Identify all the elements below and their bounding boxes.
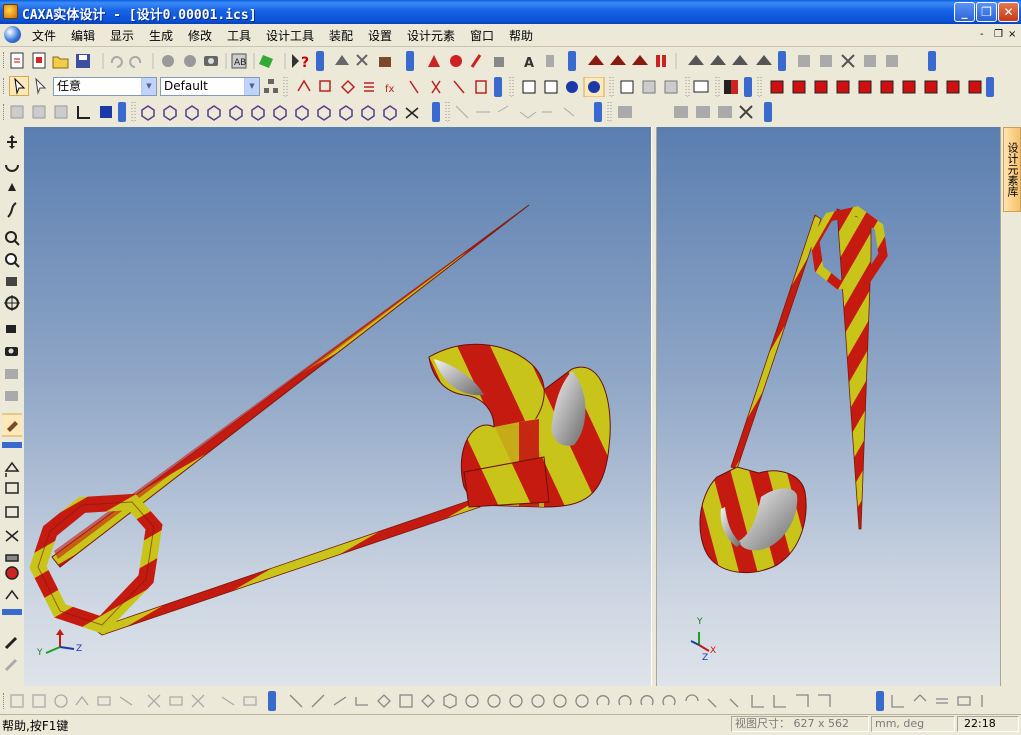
mdi-restore-button[interactable]: ❐ <box>994 29 1003 40</box>
select-arrow-button[interactable] <box>9 76 29 96</box>
standard-toolbar: AB ? A <box>0 47 1021 73</box>
toolbar-grip[interactable] <box>3 78 7 94</box>
minimize-button[interactable]: _ <box>954 2 975 22</box>
zoom-icon <box>5 231 20 246</box>
title-bar: CAXA实体设计 - [设计0.00001.ics] _ ❐ ✕ <box>0 0 1021 24</box>
menu-modify[interactable]: 修改 <box>188 27 212 44</box>
svg-text:fx: fx <box>385 84 395 95</box>
menu-help[interactable]: 帮助 <box>509 27 533 44</box>
camera-icon <box>204 56 218 66</box>
restore-button[interactable]: ❐ <box>976 2 997 22</box>
viewport-right[interactable]: Y X Z <box>657 127 1000 686</box>
chevron-down-icon[interactable]: ▼ <box>244 78 259 95</box>
menu-edit[interactable]: 编辑 <box>71 27 95 44</box>
pan-icon <box>7 135 17 149</box>
camera-icon <box>5 347 18 356</box>
help-icon: ? <box>292 54 309 71</box>
style-combo[interactable]: Default ▼ <box>160 77 260 96</box>
mdi-minimize-button[interactable]: - <box>980 29 984 40</box>
status-units: mm, deg <box>871 716 955 732</box>
toolbar-grip[interactable] <box>3 52 7 68</box>
view-direction-icon <box>6 277 17 286</box>
toolbar-icons-row1: AB ? A <box>10 51 936 71</box>
document-icon[interactable] <box>4 26 21 43</box>
menu-assembly[interactable]: 装配 <box>329 27 353 44</box>
select-arrow-icon <box>14 77 26 95</box>
menu-generate[interactable]: 生成 <box>149 27 173 44</box>
chevron-down-icon[interactable]: ▼ <box>141 78 156 95</box>
redo-icon <box>129 56 142 68</box>
find-icon: AB <box>231 53 247 69</box>
selection-filter-value: 任意 <box>57 79 82 93</box>
menu-window[interactable]: 窗口 <box>470 27 494 44</box>
toolbar-grip[interactable] <box>3 104 7 120</box>
safety-pin-model-left <box>29 204 611 654</box>
window-title: CAXA实体设计 - [设计0.00001.ics] <box>22 8 257 23</box>
selection-filter-combo[interactable]: 任意 ▼ <box>53 77 157 96</box>
menu-bar: 文件 编辑 显示 生成 修改 工具 设计工具 装配 设置 设计元素 窗口 帮助 … <box>0 24 1021 47</box>
fly-icon <box>7 202 17 218</box>
app-icon[interactable] <box>3 4 18 19</box>
view-toolbar <box>0 99 1021 125</box>
svg-text:A: A <box>524 56 534 71</box>
walk-icon <box>8 183 16 191</box>
new-design-icon <box>32 52 46 69</box>
menu-file[interactable]: 文件 <box>32 27 56 44</box>
axis-label-y: Y <box>697 617 703 627</box>
toolbar-icons-row2: fx <box>264 77 994 97</box>
undo-icon <box>110 56 123 68</box>
open-icon <box>52 56 69 69</box>
zoom-window-icon <box>5 253 20 268</box>
menu-settings[interactable]: 设置 <box>368 27 392 44</box>
bottom-toolbar <box>0 688 1021 714</box>
toolbar-grip[interactable] <box>3 693 7 709</box>
smart-render-icon <box>259 55 273 68</box>
menu-tools[interactable]: 工具 <box>227 27 251 44</box>
menu-design-elements[interactable]: 设计元素 <box>407 27 455 44</box>
mdi-close-button[interactable]: × <box>1008 29 1016 40</box>
left-toolbar <box>0 125 24 687</box>
status-clock: 22:18 <box>957 716 1019 732</box>
bottom-toolbar-icons <box>10 691 983 711</box>
viewport-left[interactable]: Y Z <box>24 127 651 686</box>
left-toolbar-icons <box>2 135 22 615</box>
axis-label-x: X <box>710 646 717 656</box>
svg-text:?: ? <box>301 55 309 71</box>
selection-toolbar: 任意 ▼ Default ▼ fx <box>0 73 1021 99</box>
rotate-icon <box>5 164 19 172</box>
axis-triad-right <box>690 632 710 652</box>
close-button[interactable]: ✕ <box>998 2 1019 22</box>
menu-view[interactable]: 显示 <box>110 27 134 44</box>
status-view-size: 视图尺寸： 627 x 562 <box>731 716 869 732</box>
axis-label-z: Z <box>702 653 709 663</box>
axis-label-y: Y <box>37 648 43 658</box>
new-icon <box>10 52 24 69</box>
camera-target-icon <box>6 325 16 333</box>
toolbar-icons-row3 <box>10 102 772 122</box>
select-filter-icon[interactable] <box>32 77 50 95</box>
hierarchy-icon <box>264 79 278 93</box>
axis-label-z: Z <box>76 644 83 654</box>
design-element-library-tab[interactable]: 设计元素库 <box>1003 127 1021 212</box>
svg-text:AB: AB <box>234 58 246 68</box>
style-combo-value: Default <box>164 79 208 93</box>
left-toolbar-icons-bottom <box>4 636 18 672</box>
fit-view-icon <box>4 295 20 311</box>
safety-pin-model-right <box>690 206 888 652</box>
menu-design-tools[interactable]: 设计工具 <box>266 27 314 44</box>
axis-triad-left <box>45 629 75 654</box>
save-icon <box>76 54 90 68</box>
status-help-text: 帮助,按F1键 <box>2 719 69 733</box>
